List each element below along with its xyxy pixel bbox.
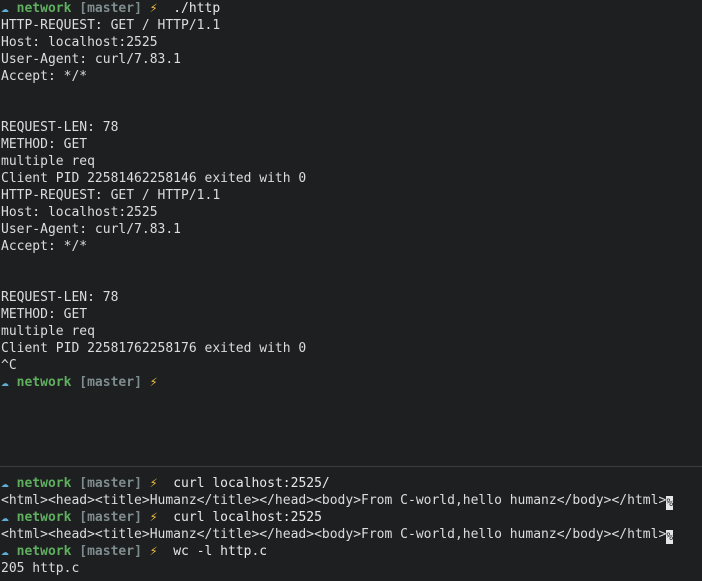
output-line: Client PID 22581762258176 exited with 0 <box>0 340 702 357</box>
output-line: multiple req <box>0 153 702 170</box>
prompt-line: ☁ network [master] ⚡ wc -l http.c <box>0 543 702 560</box>
prompt-git-branch: [master] <box>79 510 142 525</box>
cloud-icon: ☁ <box>1 510 9 525</box>
output-text: HTTP-REQUEST: GET / HTTP/1.1 <box>1 18 221 33</box>
output-text: User-Agent: curl/7.83.1 <box>1 52 182 67</box>
output-text: Accept: */* <box>1 69 88 84</box>
lightning-icon: ⚡ <box>149 510 158 525</box>
output-text: REQUEST-LEN: 78 <box>1 120 119 135</box>
output-line: Client PID 22581462258146 exited with 0 <box>0 170 702 187</box>
prompt-line: ☁ network [master] ⚡ curl localhost:2525… <box>0 475 702 492</box>
output-line: METHOD: GET <box>0 306 702 323</box>
prompt-git-branch: [master] <box>79 375 142 390</box>
output-text: METHOD: GET <box>1 307 88 322</box>
output-text: multiple req <box>1 154 95 169</box>
output-text: <html><head><title>Humanz</title></head>… <box>1 493 667 508</box>
output-line: ^C <box>0 357 702 374</box>
output-line: User-Agent: curl/7.83.1 <box>0 221 702 238</box>
prompt-git-branch: [master] <box>79 1 142 16</box>
prompt-line: ☁ network [master] ⚡ ./http <box>0 0 702 17</box>
command-text: ./http <box>173 1 221 16</box>
output-text: multiple req <box>1 324 95 339</box>
output-text: 205 http.c <box>1 561 80 576</box>
output-line: Accept: */* <box>0 68 702 85</box>
cloud-icon: ☁ <box>1 1 9 16</box>
prompt-directory: network <box>16 544 72 559</box>
lightning-icon: ⚡ <box>149 476 158 491</box>
lightning-icon: ⚡ <box>149 375 158 390</box>
output-line: 205 http.c <box>0 560 702 577</box>
lightning-icon: ⚡ <box>149 1 158 16</box>
bottom-terminal-pane[interactable]: ☁ network [master] ⚡ curl localhost:2525… <box>0 475 702 581</box>
output-line: METHOD: GET <box>0 136 702 153</box>
output-line: REQUEST-LEN: 78 <box>0 289 702 306</box>
output-line: HTTP-REQUEST: GET / HTTP/1.1 <box>0 187 702 204</box>
prompt-line: ☁ network [master] ⚡ curl localhost:2525 <box>0 509 702 526</box>
output-text: <html><head><title>Humanz</title></head>… <box>1 527 667 542</box>
no-newline-marker: % <box>666 530 674 544</box>
command-text: curl localhost:2525 <box>173 510 322 525</box>
output-line: Accept: */* <box>0 238 702 255</box>
prompt-directory: network <box>16 375 72 390</box>
lightning-icon: ⚡ <box>149 544 158 559</box>
output-line: HTTP-REQUEST: GET / HTTP/1.1 <box>0 17 702 34</box>
output-text: User-Agent: curl/7.83.1 <box>1 222 182 237</box>
no-newline-marker: % <box>666 496 674 510</box>
top-terminal-pane[interactable]: ☁ network [master] ⚡ ./http HTTP-REQUEST:… <box>0 0 702 466</box>
prompt-line: ☁ network [master] ⚡ <box>0 374 702 391</box>
cloud-icon: ☁ <box>1 476 9 491</box>
output-line: User-Agent: curl/7.83.1 <box>0 51 702 68</box>
cloud-icon: ☁ <box>1 375 9 390</box>
output-text: Client PID 22581462258146 exited with 0 <box>1 171 307 186</box>
prompt-directory: network <box>16 1 72 16</box>
pane-divider[interactable] <box>0 466 702 467</box>
prompt-directory: network <box>16 476 72 491</box>
prompt-git-branch: [master] <box>79 544 142 559</box>
output-text: Accept: */* <box>1 239 88 254</box>
prompt-git-branch: [master] <box>79 476 142 491</box>
output-text: Host: localhost:2525 <box>1 205 158 220</box>
output-line: Host: localhost:2525 <box>0 34 702 51</box>
output-line: <html><head><title>Humanz</title></head>… <box>0 492 702 510</box>
output-text: ^C <box>1 358 17 373</box>
output-line: multiple req <box>0 323 702 340</box>
cloud-icon: ☁ <box>1 544 9 559</box>
command-text: wc -l http.c <box>173 544 268 559</box>
output-line: REQUEST-LEN: 78 <box>0 119 702 136</box>
output-text: Host: localhost:2525 <box>1 35 158 50</box>
output-text: Client PID 22581762258176 exited with 0 <box>1 341 307 356</box>
output-line: <html><head><title>Humanz</title></head>… <box>0 526 702 544</box>
prompt-directory: network <box>16 510 72 525</box>
output-text: REQUEST-LEN: 78 <box>1 290 119 305</box>
output-line: Host: localhost:2525 <box>0 204 702 221</box>
command-text: curl localhost:2525/ <box>173 476 330 491</box>
output-text: HTTP-REQUEST: GET / HTTP/1.1 <box>1 188 221 203</box>
output-text: METHOD: GET <box>1 137 88 152</box>
